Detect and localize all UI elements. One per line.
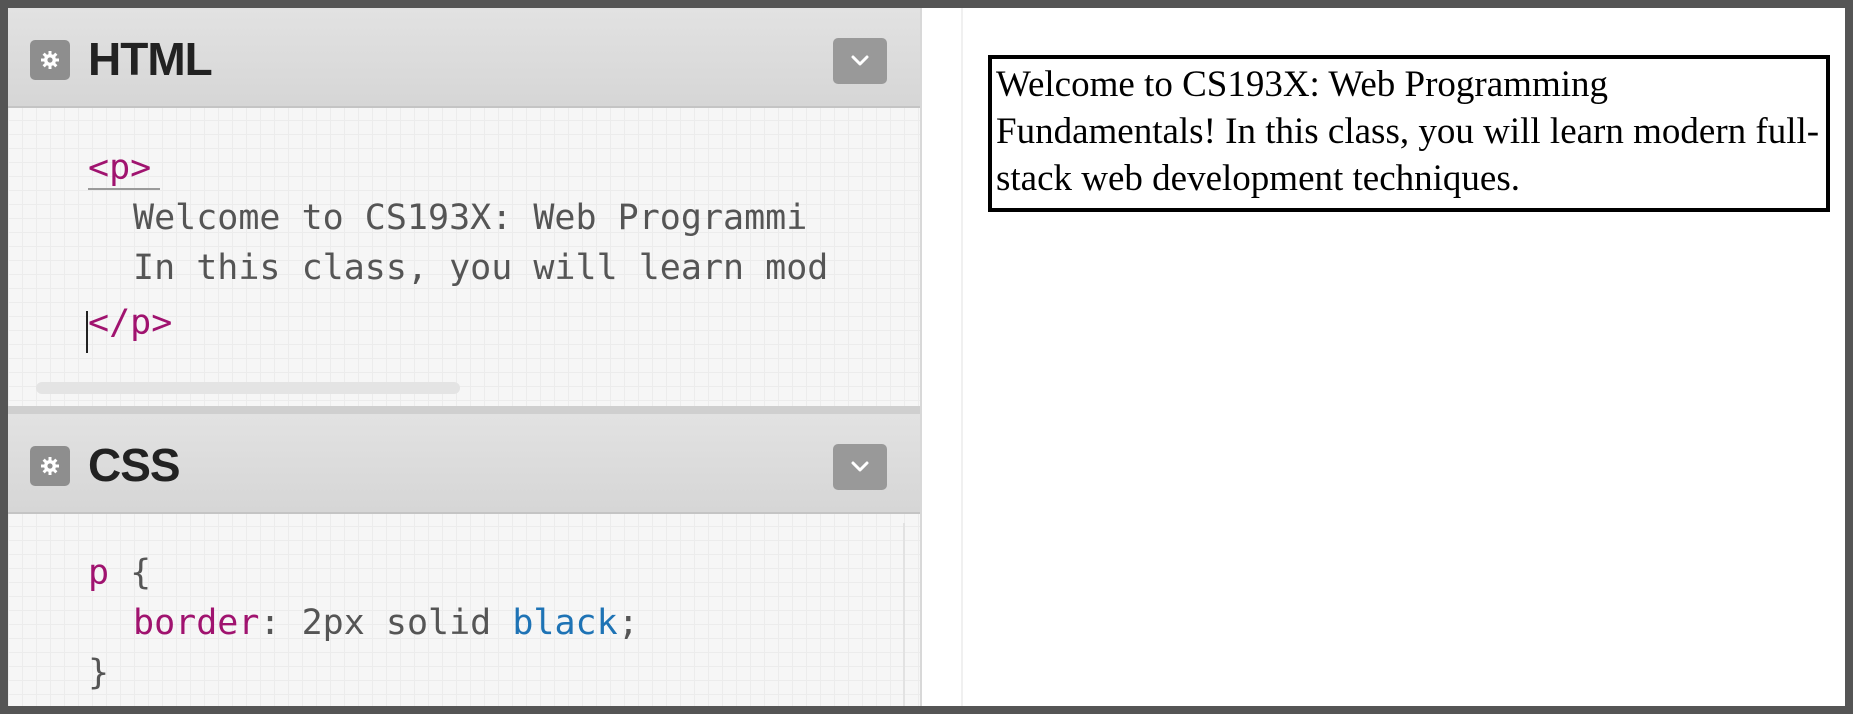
pane-divider[interactable] xyxy=(920,8,922,706)
css-close-brace: } xyxy=(88,653,110,693)
horizontal-scrollbar[interactable] xyxy=(36,382,460,394)
css-semicolon: ; xyxy=(617,603,639,643)
css-value-keyword: black xyxy=(512,603,618,643)
css-selector: p xyxy=(88,553,110,593)
code-line-text-2: In this class, you will learn mod xyxy=(133,248,829,288)
code-line-close-tag: </p> xyxy=(88,303,173,343)
css-panel-header: CSS xyxy=(8,414,920,514)
css-colon: : xyxy=(259,603,281,643)
css-property: border xyxy=(133,603,260,643)
css-open-brace: { xyxy=(130,553,152,593)
preview-guide-line xyxy=(961,8,963,706)
editor-column: HTML <p> Welcome to CS193X: Web Programm… xyxy=(8,8,920,706)
css-line-selector: p { xyxy=(88,548,151,598)
css-panel-title: CSS xyxy=(88,439,181,491)
preview-paragraph: Welcome to CS193X: Web Programming Funda… xyxy=(988,55,1830,212)
css-code-editor[interactable]: p { border: 2px solid black; } xyxy=(8,8,920,693)
css-settings-button[interactable] xyxy=(30,446,70,486)
app-window: HTML <p> Welcome to CS193X: Web Programm… xyxy=(0,0,1853,714)
css-value: 2px solid xyxy=(301,603,492,643)
panel-separator[interactable] xyxy=(8,406,920,414)
css-collapse-button[interactable] xyxy=(833,444,887,490)
css-line-declaration: border: 2px solid black; xyxy=(133,598,639,648)
text-cursor xyxy=(86,311,88,353)
editor-gutter-guide xyxy=(903,523,905,706)
